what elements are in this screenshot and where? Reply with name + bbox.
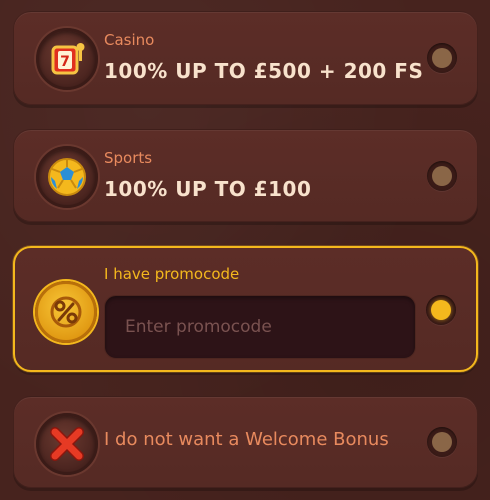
promocode-label: I have promocode	[104, 265, 240, 283]
casino-radio-dot	[432, 48, 452, 68]
no-bonus-radio[interactable]	[427, 427, 457, 457]
red-x-icon	[36, 413, 98, 475]
bonus-option-no-bonus[interactable]: I do not want a Welcome Bonus	[13, 396, 478, 488]
promocode-input[interactable]	[104, 295, 416, 359]
sports-radio-dot	[432, 166, 452, 186]
slot-machine-icon: 7	[36, 28, 98, 90]
sports-offer-text: 100% UP TO £100	[104, 177, 312, 201]
no-bonus-label: I do not want a Welcome Bonus	[104, 429, 389, 450]
sports-category-label: Sports	[104, 149, 153, 167]
percent-coin-icon	[35, 281, 97, 343]
promocode-radio[interactable]	[426, 295, 456, 325]
promocode-radio-dot	[431, 300, 451, 320]
soccer-ball-icon	[36, 146, 98, 208]
svg-text:7: 7	[60, 54, 70, 70]
no-bonus-radio-dot	[432, 432, 452, 452]
sports-radio[interactable]	[427, 161, 457, 191]
casino-offer-text: 100% UP TO £500 + 200 FS	[104, 59, 424, 83]
bonus-option-promocode[interactable]: I have promocode	[13, 246, 478, 372]
casino-radio[interactable]	[427, 43, 457, 73]
bonus-option-sports[interactable]: Sports 100% UP TO £100	[13, 129, 478, 222]
bonus-option-casino[interactable]: 7 Casino 100% UP TO £500 + 200 FS	[13, 11, 478, 105]
casino-category-label: Casino	[104, 31, 155, 49]
